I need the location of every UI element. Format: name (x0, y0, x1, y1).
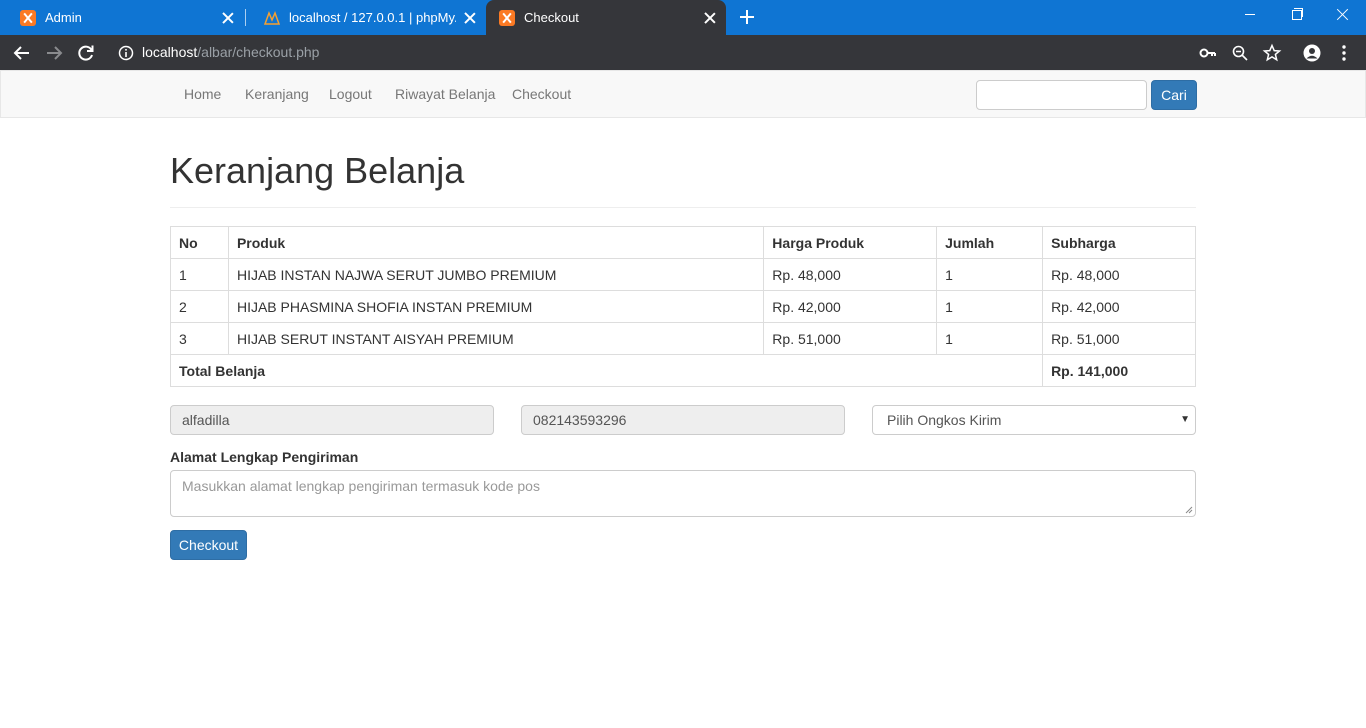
cell-product: HIJAB INSTAN NAJWA SERUT JUMBO PREMIUM (227, 258, 765, 291)
nav-home[interactable]: Home (184, 86, 221, 102)
resize-handle-icon[interactable] (1185, 506, 1193, 514)
nav-keranjang[interactable]: Keranjang (245, 86, 309, 102)
cell-no: 3 (170, 322, 229, 355)
phone-field[interactable]: 082143593296 (521, 405, 845, 435)
url-path: /albar/checkout.php (197, 44, 320, 60)
browser-tab-checkout[interactable]: Checkout (486, 0, 726, 35)
minimize-icon[interactable] (1228, 0, 1274, 30)
close-tab-icon[interactable] (704, 12, 716, 24)
nav-riwayat-belanja[interactable]: Riwayat Belanja (395, 86, 495, 102)
profile-avatar-icon[interactable] (1301, 42, 1323, 64)
cell-qty: 1 (936, 258, 1044, 291)
cell-no: 1 (170, 258, 229, 291)
window-close-icon[interactable] (1320, 0, 1366, 30)
key-icon[interactable] (1197, 42, 1219, 64)
zoom-out-icon[interactable] (1229, 42, 1251, 64)
back-arrow-icon[interactable] (11, 42, 33, 64)
col-header: Harga Produk (763, 226, 938, 259)
nav-checkout[interactable]: Checkout (512, 86, 571, 102)
cell-price: Rp. 48,000 (763, 258, 938, 291)
total-row: Total Belanja Rp. 141,000 (169, 354, 1196, 387)
close-tab-icon[interactable] (222, 12, 234, 24)
col-header: Jumlah (936, 226, 1044, 259)
nav-logout[interactable]: Logout (329, 86, 372, 102)
total-value: Rp. 141,000 (1042, 354, 1196, 387)
phpmyadmin-icon (264, 10, 280, 25)
tab-title: localhost / 127.0.0.1 | phpMyAdmin (289, 10, 456, 25)
browser-tab-phpmyadmin[interactable]: localhost / 127.0.0.1 | phpMyAdmin (244, 0, 486, 35)
table-row: 3 HIJAB SERUT INSTANT AISYAH PREMIUM Rp.… (170, 322, 1196, 355)
name-field[interactable]: alfadilla (170, 405, 494, 435)
tab-title: Checkout (524, 10, 579, 25)
cart-table: No Produk Harga Produk Jumlah Subharga 1… (169, 226, 1196, 387)
divider (170, 207, 1196, 208)
cell-subtotal: Rp. 48,000 (1042, 258, 1196, 291)
search-button[interactable]: Cari (1151, 80, 1197, 110)
cell-no: 2 (170, 290, 229, 323)
cell-qty: 1 (936, 290, 1044, 323)
col-header: Produk (227, 226, 765, 259)
col-header: Subharga (1042, 226, 1196, 259)
address-bar[interactable]: localhost/albar/checkout.php (142, 43, 319, 61)
cell-qty: 1 (936, 322, 1044, 355)
cell-subtotal: Rp. 42,000 (1042, 290, 1196, 323)
cell-price: Rp. 51,000 (763, 322, 938, 355)
browser-tab-bar: Admin localhost / 127.0.0.1 | phpMyAdmin… (0, 0, 1366, 35)
col-header: No (170, 226, 229, 259)
forward-arrow-icon[interactable] (43, 42, 65, 64)
tab-title: Admin (45, 10, 82, 25)
bookmark-star-icon[interactable] (1261, 42, 1283, 64)
reload-icon[interactable] (75, 42, 97, 64)
cell-price: Rp. 42,000 (763, 290, 938, 323)
new-tab-icon[interactable] (739, 9, 756, 26)
browser-toolbar: localhost/albar/checkout.php (0, 35, 1366, 70)
table-header-row: No Produk Harga Produk Jumlah Subharga (170, 226, 1196, 259)
menu-dots-icon[interactable] (1333, 42, 1355, 64)
address-textarea[interactable]: Masukkan alamat lengkap pengiriman terma… (170, 470, 1196, 517)
site-navbar: Home Keranjang Logout Riwayat Belanja Ch… (0, 70, 1366, 118)
total-label: Total Belanja (169, 354, 1044, 387)
info-icon[interactable] (115, 42, 137, 64)
address-label: Alamat Lengkap Pengiriman (170, 449, 359, 465)
shipping-select[interactable]: Pilih Ongkos Kirim ▼ (872, 405, 1196, 435)
cell-product: HIJAB PHASMINA SHOFIA INSTAN PREMIUM (227, 290, 765, 323)
close-tab-icon[interactable] (464, 12, 476, 24)
page-title: Keranjang Belanja (170, 150, 465, 191)
address-placeholder: Masukkan alamat lengkap pengiriman terma… (182, 478, 540, 494)
restore-icon[interactable] (1274, 0, 1320, 30)
browser-tab-admin[interactable]: Admin (0, 0, 244, 35)
table-row: 1 HIJAB INSTAN NAJWA SERUT JUMBO PREMIUM… (170, 258, 1196, 291)
cell-product: HIJAB SERUT INSTANT AISYAH PREMIUM (227, 322, 765, 355)
xampp-icon (499, 9, 515, 26)
cell-subtotal: Rp. 51,000 (1042, 322, 1196, 355)
xampp-icon (20, 9, 36, 26)
checkout-button[interactable]: Checkout (170, 530, 247, 560)
dropdown-arrow-icon: ▼ (1180, 414, 1190, 425)
url-host: localhost (142, 44, 198, 60)
shipping-selected-value: Pilih Ongkos Kirim (887, 412, 1002, 428)
table-row: 2 HIJAB PHASMINA SHOFIA INSTAN PREMIUM R… (170, 290, 1196, 323)
search-input[interactable] (976, 80, 1147, 110)
